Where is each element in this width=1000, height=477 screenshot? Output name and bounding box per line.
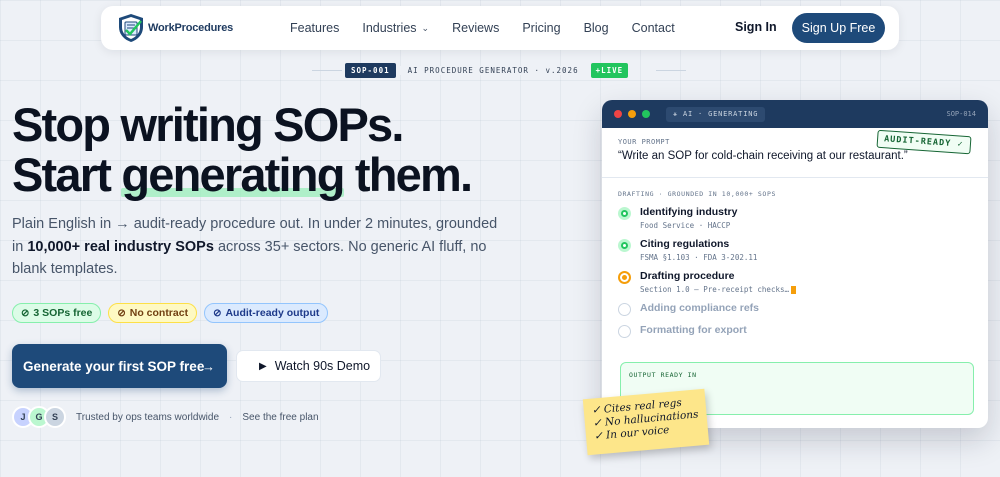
generate-sop-button[interactable]: Generate your first SOP free → (12, 344, 227, 388)
shield-check-icon (119, 14, 143, 42)
output-value: sec (689, 393, 965, 403)
prompt-text: “Write an SOP for cold-chain receiving a… (618, 150, 908, 162)
step-pending-icon (618, 325, 631, 338)
step-item: Identifying industry Food Service · HACC… (618, 206, 988, 230)
trust-text: Trusted by ops teams worldwide (76, 411, 220, 423)
step-sub-row: Section 1.0 — Pre-receipt checks… (640, 285, 797, 294)
step-title: Citing regulations (640, 238, 730, 250)
headline-line-2-pre: Start (12, 148, 122, 201)
headline-highlight: generating (121, 148, 345, 201)
step-item: Citing regulations FSMA §1.103 · FDA 3-2… (618, 238, 988, 262)
sign-in-link[interactable]: Sign In (735, 20, 777, 34)
step-item: Drafting procedure Section 1.0 — Pre-rec… (618, 270, 988, 294)
nav-link-industries-label: Industries (362, 21, 417, 35)
top-nav: WorkProcedures Features Industries ⌄ Rev… (101, 6, 899, 50)
avatar: S (44, 406, 66, 428)
pill-audit-ready-label: Audit-ready output (225, 307, 320, 319)
typing-cursor (791, 286, 797, 294)
check-circle-icon: ⊘ (117, 307, 126, 319)
check-circle-icon: ⊘ (213, 307, 222, 319)
headline-line-1: Stop writing SOPs. (12, 98, 404, 151)
generate-sop-label: Generate your first SOP free (23, 358, 205, 374)
pill-free: ⊘ 3 SOPs free (12, 303, 102, 323)
step-done-icon (618, 239, 631, 252)
hero-lead: Plain English in → audit-ready procedure… (12, 213, 512, 281)
step-title: Formatting for export (640, 324, 747, 336)
drafting-label: DRAFTING · GROUNDED IN 10,000+ SOPS (618, 190, 776, 198)
play-icon: ▶ (259, 360, 267, 372)
separator-dot: · (229, 411, 233, 423)
chevron-down-icon: ⌄ (421, 22, 430, 33)
nav-link-pricing[interactable]: Pricing (522, 21, 560, 35)
output-label: OUTPUT READY IN (629, 371, 697, 379)
window-title-bar: ⚹ AI · GENERATING SOP-014 (602, 100, 988, 128)
sticky-note: ✓ Cites real regs ✓ No hallucinations ✓ … (582, 388, 710, 456)
hero-headline: Stop writing SOPs. Start generating them… (12, 98, 473, 201)
free-plan-link[interactable]: See the free plan (242, 412, 318, 423)
nav-link-industries[interactable]: Industries ⌄ (362, 21, 429, 35)
nav-link-reviews[interactable]: Reviews (452, 21, 499, 35)
step-item: Formatting for export (618, 324, 988, 338)
step-active-icon (618, 271, 631, 284)
generating-tag-label: AI · GENERATING (683, 109, 759, 118)
logo-text: WorkProcedures (148, 22, 234, 34)
nav-link-blog[interactable]: Blog (584, 21, 609, 35)
headline-line-2: Start generating them. (12, 148, 473, 201)
sop-id: SOP-014 (946, 110, 976, 118)
pill-audit-ready: ⊘ Audit-ready output (204, 303, 329, 323)
step-title: Identifying industry (640, 206, 738, 218)
watch-demo-label: Watch 90s Demo (274, 359, 371, 373)
arrow-right-icon: → (202, 358, 215, 374)
nav-links: Features Industries ⌄ Reviews Pricing Bl… (290, 6, 698, 50)
step-sub: Food Service · HACCP (640, 221, 731, 230)
pill-no-contract-label: No contract (129, 307, 189, 319)
pill-no-contract: ⊘ No contract (108, 303, 198, 323)
step-pending-icon (618, 303, 631, 316)
step-title: Drafting procedure (640, 270, 735, 282)
generating-tag: ⚹ AI · GENERATING (666, 106, 766, 122)
strip-line-right (656, 70, 686, 71)
step-title: Adding compliance refs (640, 302, 760, 314)
window-close-dot (614, 110, 622, 118)
headline-line-2-post: them. (343, 148, 473, 201)
step-sub: Section 1.0 — Pre-receipt checks… (640, 285, 790, 294)
window-minimize-dot (628, 110, 636, 118)
logo[interactable]: WorkProcedures (116, 12, 233, 44)
step-item: Adding compliance refs (618, 302, 988, 316)
generation-steps: Identifying industry Food Service · HACC… (618, 206, 988, 338)
live-badge: +LIVE (590, 63, 629, 78)
pill-free-label: 3 SOPs free (33, 307, 93, 319)
feature-pills: ⊘ 3 SOPs free ⊘ No contract ⊘ Audit-ready o… (12, 303, 329, 323)
step-sub: FSMA §1.103 · FDA 3-202.11 (640, 253, 758, 262)
window-maximize-dot (642, 110, 650, 118)
lead-bold: 10,000+ real industry SOPs (27, 238, 214, 255)
nav-link-features[interactable]: Features (290, 21, 339, 35)
badge-code: SOP-001 (345, 63, 396, 78)
sign-up-button[interactable]: Sign Up Free (792, 13, 885, 43)
check-circle-icon: ⊘ (21, 307, 30, 319)
strip-line-left (312, 70, 342, 71)
product-badge: SOP-001 AI PROCEDURE GENERATOR · v.2026 … (345, 63, 629, 78)
trust-row: J G S Trusted by ops teams worldwide · S… (12, 406, 319, 428)
step-done-icon (618, 207, 631, 220)
watch-demo-button[interactable]: ▶ Watch 90s Demo (236, 350, 381, 382)
nav-link-contact[interactable]: Contact (632, 21, 675, 35)
badge-text: AI PROCEDURE GENERATOR · v.2026 (395, 66, 591, 75)
